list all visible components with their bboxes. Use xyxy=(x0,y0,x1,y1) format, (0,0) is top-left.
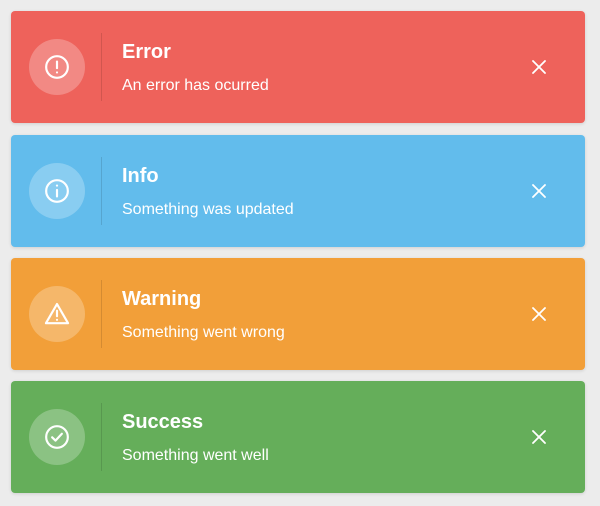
toast-message: Something went well xyxy=(122,447,269,464)
toast-divider xyxy=(101,157,102,225)
toast-divider xyxy=(101,280,102,348)
toast-title: Error xyxy=(122,41,171,63)
toast-error: Error An error has ocurred xyxy=(11,11,585,123)
toast-divider xyxy=(101,403,102,471)
close-icon xyxy=(532,430,546,444)
toast-info: Info Something was updated xyxy=(11,135,585,247)
close-button[interactable] xyxy=(525,423,553,451)
toast-title: Info xyxy=(122,165,159,187)
info-circle-icon xyxy=(29,163,85,219)
toast-message: Something was updated xyxy=(122,201,294,218)
check-circle-icon xyxy=(29,409,85,465)
toast-success: Success Something went well xyxy=(11,381,585,493)
toast-warning: Warning Something went wrong xyxy=(11,258,585,370)
close-icon xyxy=(532,184,546,198)
close-button[interactable] xyxy=(525,300,553,328)
toast-message: Something went wrong xyxy=(122,324,285,341)
close-button[interactable] xyxy=(525,53,553,81)
warning-triangle-icon xyxy=(29,286,85,342)
toast-divider xyxy=(101,33,102,101)
alert-circle-icon xyxy=(29,39,85,95)
close-button[interactable] xyxy=(525,177,553,205)
close-icon xyxy=(532,60,546,74)
toast-message: An error has ocurred xyxy=(122,77,269,94)
toast-title: Warning xyxy=(122,288,202,310)
toast-title: Success xyxy=(122,411,204,433)
close-icon xyxy=(532,307,546,321)
